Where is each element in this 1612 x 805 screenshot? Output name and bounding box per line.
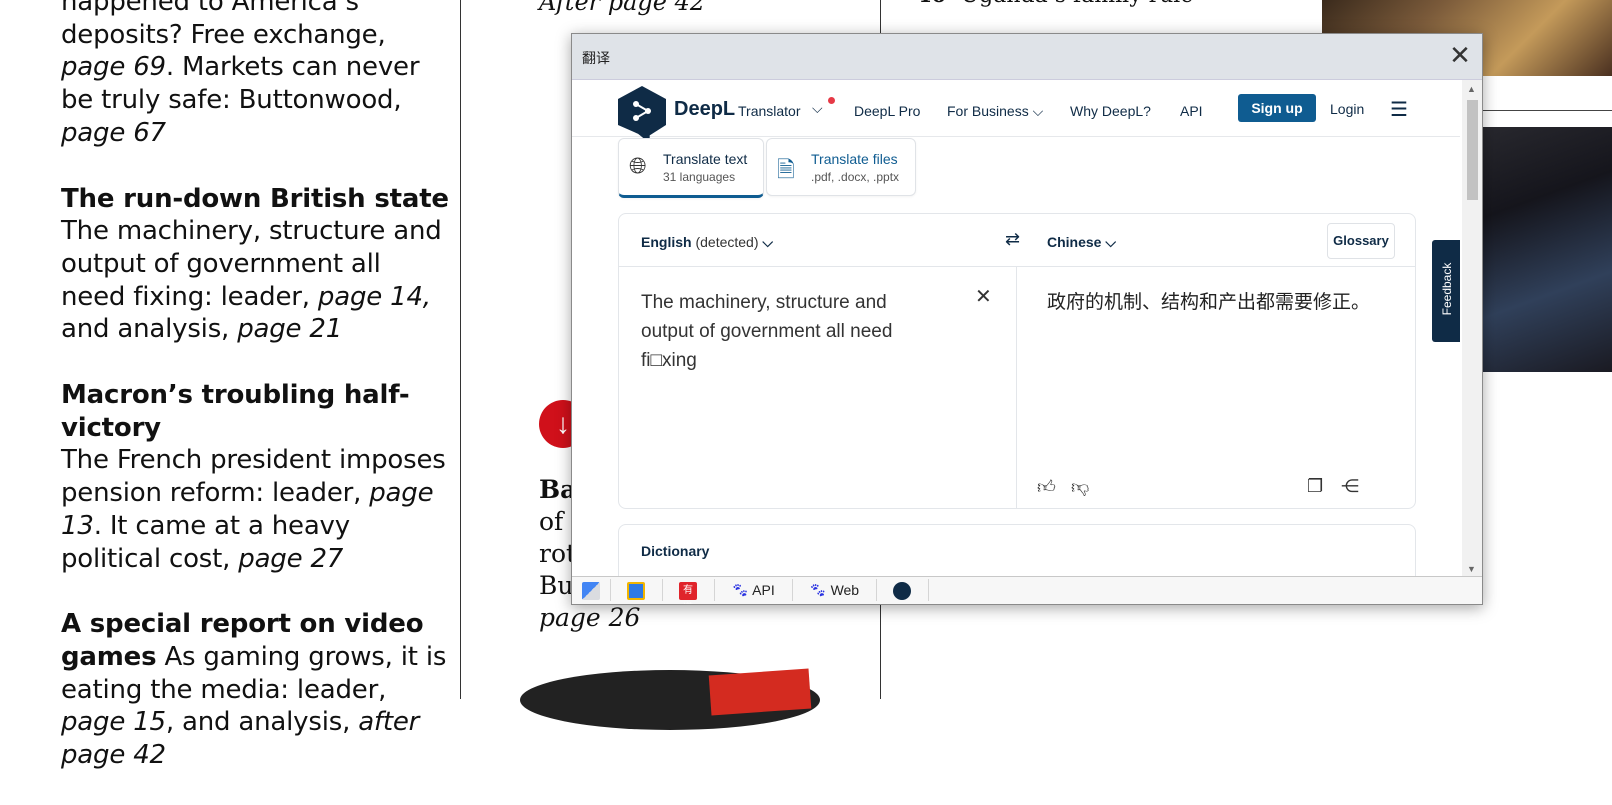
- close-icon[interactable]: ✕: [1446, 42, 1474, 70]
- engine-toolbar: 有道 🐾︎ API 🐾︎ Web: [572, 576, 1482, 604]
- thumbs-up-icon[interactable]: 👍︎: [1037, 476, 1056, 498]
- source-language-select[interactable]: English (detected) ⌵: [641, 234, 773, 251]
- deepl-engine-button[interactable]: [876, 579, 929, 601]
- source-language-label: English: [641, 234, 692, 250]
- left-column: happened to America’s deposits? Free exc…: [61, 0, 451, 805]
- nav-deepl-pro[interactable]: DeepL Pro: [854, 103, 920, 119]
- target-language-label: Chinese: [1047, 234, 1102, 250]
- baidu-paw-icon: 🐾︎: [731, 582, 750, 598]
- left-item-0: happened to America’s deposits? Free exc…: [61, 0, 451, 150]
- youdao-button[interactable]: 有道: [662, 579, 715, 604]
- dictionary-label: Dictionary: [641, 543, 710, 559]
- vertical-scrollbar[interactable]: ▲ ▼: [1462, 80, 1482, 576]
- nav-api[interactable]: API: [1180, 103, 1203, 119]
- tab-translate-text-sub: 31 languages: [663, 170, 736, 184]
- baidu-web-button[interactable]: 🐾︎ Web: [792, 579, 877, 601]
- left-item-1: The run-down British state The machinery,…: [61, 183, 451, 347]
- google-translate-icon: [582, 582, 600, 601]
- nav-for-business[interactable]: For Business ⌵: [947, 103, 1043, 120]
- translator-app-icon: [627, 582, 645, 601]
- popup-titlebar[interactable]: 翻译 ✕: [572, 34, 1482, 80]
- feedback-label: Feedback: [1440, 262, 1454, 316]
- scroll-down-icon[interactable]: ▼: [1467, 564, 1476, 574]
- left-item-2-text: The French president imposes pension ref…: [61, 445, 446, 574]
- translate-popup-window: 翻译 ✕ DeepL Translator ⌵ DeepL Pro For Bu…: [571, 33, 1483, 605]
- document-icon: 🗎: [777, 157, 795, 182]
- left-item-1-text: The machinery, structure and output of g…: [61, 216, 442, 345]
- dictionary-section[interactable]: Dictionary: [618, 524, 1416, 576]
- middle-top-text: After page 42: [539, 0, 869, 18]
- youdao-icon: 有道: [679, 582, 697, 604]
- target-language-select[interactable]: Chinese ⌵: [1047, 234, 1116, 251]
- translator-menu[interactable]: Translator: [738, 103, 801, 119]
- translator-app-button[interactable]: [610, 579, 663, 601]
- middle-line-3: Bu: [539, 571, 574, 600]
- deepl-nav: DeepL Translator ⌵ DeepL Pro For Busines…: [572, 80, 1460, 138]
- baidu-api-button[interactable]: 🐾︎ API: [714, 579, 793, 601]
- left-item-0-text: happened to America’s deposits? Free exc…: [61, 0, 420, 148]
- left-item-1-title: The run-down British state: [61, 183, 449, 214]
- right-top-number: 40: [916, 0, 947, 8]
- middle-line-1: of: [539, 507, 564, 536]
- language-bar: English (detected) ⌵ ⇄ Chinese ⌵ Glossar…: [619, 214, 1415, 267]
- chevron-down-icon[interactable]: ⌵: [812, 100, 823, 117]
- source-text-input[interactable]: The machinery, structure and output of g…: [641, 288, 931, 375]
- right-top-label: Uganda’s family rule: [961, 0, 1194, 8]
- deepl-brand[interactable]: DeepL: [674, 98, 735, 121]
- toolbar-item-2-label: 有道: [683, 585, 693, 604]
- middle-top-label: After page 42: [539, 0, 706, 16]
- image-fragment-red: [708, 668, 812, 716]
- toolbar-item-3-label: API: [752, 582, 775, 598]
- scroll-thumb[interactable]: [1467, 100, 1478, 200]
- left-item-2-title: Macron’s troubling half-victory: [61, 380, 410, 443]
- target-text-output[interactable]: 政府的机制、结构和产出都需要修正。: [1047, 288, 1407, 317]
- right-top-text: 40 Uganda’s family rule: [916, 0, 1193, 8]
- share-icon[interactable]: ⋲: [1341, 476, 1359, 497]
- glossary-button[interactable]: Glossary: [1327, 223, 1395, 259]
- thumbs-down-icon[interactable]: 👎︎: [1071, 476, 1089, 498]
- globe-icon: 🌐︎: [629, 153, 647, 178]
- tab-translate-files[interactable]: 🗎 Translate files .pdf, .docx, .pptx: [766, 138, 916, 196]
- column-divider-left: [460, 0, 461, 699]
- login-link[interactable]: Login: [1330, 101, 1364, 117]
- toolbar-item-4-label: Web: [830, 582, 860, 598]
- deepl-engine-icon: [893, 582, 911, 601]
- scroll-up-icon[interactable]: ▲: [1467, 84, 1476, 94]
- deepl-logo-icon[interactable]: [618, 86, 666, 138]
- sign-up-button[interactable]: Sign up: [1238, 94, 1316, 122]
- tab-translate-text[interactable]: 🌐︎ Translate text 31 languages: [618, 138, 764, 198]
- tab-translate-files-label: Translate files: [811, 151, 898, 167]
- popup-title: 翻译: [582, 51, 610, 67]
- translator-panel: English (detected) ⌵ ⇄ Chinese ⌵ Glossar…: [618, 213, 1416, 509]
- google-translate-button[interactable]: [572, 579, 611, 601]
- feedback-tab[interactable]: Feedback: [1432, 240, 1460, 342]
- notification-dot: [828, 97, 835, 104]
- photo-divider: [1480, 110, 1612, 111]
- left-item-2: Macron’s troubling half-victory The Frenc…: [61, 379, 451, 575]
- clear-icon[interactable]: ✕: [975, 284, 992, 309]
- baidu-paw-icon-web: 🐾︎: [808, 582, 827, 598]
- menu-icon[interactable]: ☰: [1390, 97, 1408, 122]
- swap-languages-icon[interactable]: ⇄: [1005, 229, 1020, 250]
- copy-icon[interactable]: ❐: [1307, 476, 1323, 497]
- tab-translate-files-sub: .pdf, .docx, .pptx: [811, 170, 900, 184]
- middle-line-4: page 26: [539, 603, 641, 632]
- nav-for-business-label: For Business: [947, 103, 1029, 119]
- source-language-note: (detected): [695, 234, 759, 250]
- deepl-page: DeepL Translator ⌵ DeepL Pro For Busines…: [572, 80, 1460, 576]
- left-item-3: A special report on video games As gamin…: [61, 608, 451, 772]
- panel-divider: [1016, 266, 1017, 508]
- nav-why-deepl[interactable]: Why DeepL?: [1070, 103, 1151, 119]
- tab-translate-text-label: Translate text: [663, 151, 748, 167]
